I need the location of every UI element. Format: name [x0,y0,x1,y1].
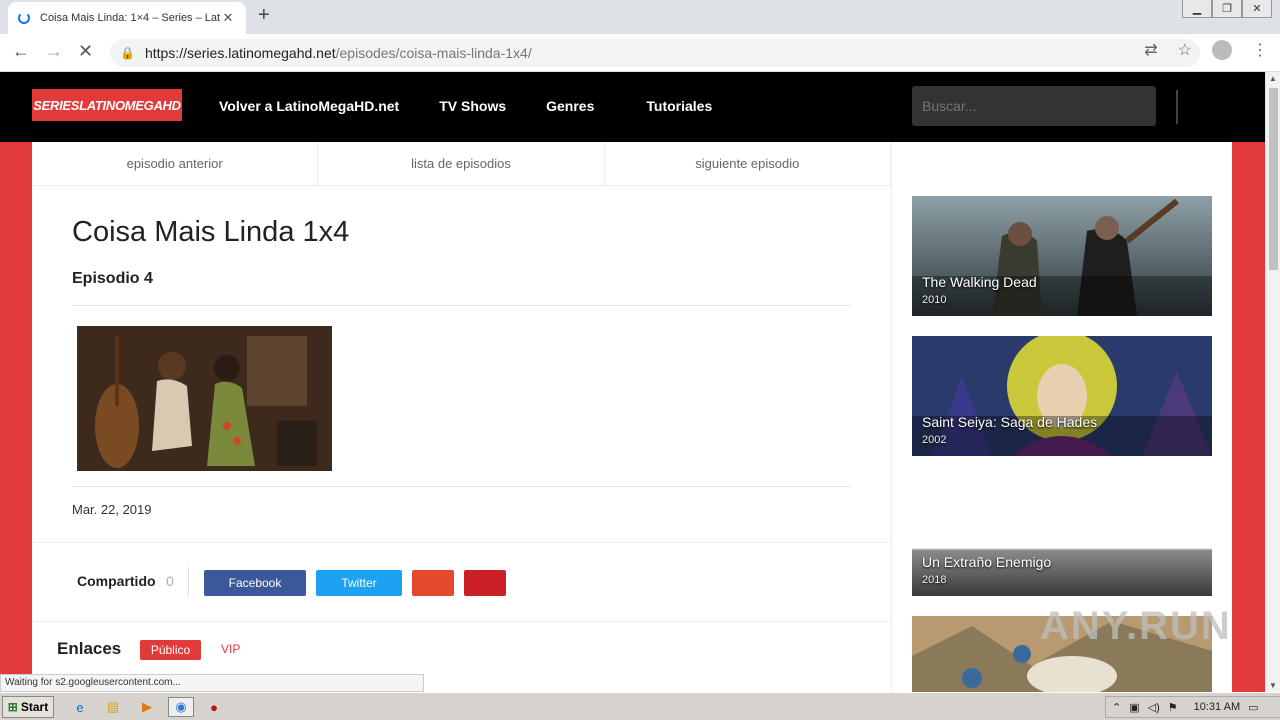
tab-title: Coisa Mais Linda: 1×4 – Series – Lat [40,12,220,24]
share-bar: Compartido 0 Facebook Twitter [32,542,892,622]
share-count: 0 [166,573,174,589]
tab-close-icon[interactable]: ✕ [220,10,236,26]
browser-tab[interactable]: Coisa Mais Linda: 1×4 – Series – Lat ✕ [8,2,246,34]
folder-icon[interactable]: ▤ [103,697,123,717]
status-bubble: Waiting for s2.googleusercontent.com... [0,674,424,692]
profile-avatar-icon[interactable] [1212,40,1232,60]
share-label: Compartido [77,573,156,589]
episode-thumbnail [77,326,332,471]
card-title: Un Extraño Enemigo [922,554,1052,570]
main-menu: Volver a LatinoMegaHD.net TV Shows Genre… [219,98,752,114]
windows-logo-icon: ⊞ [7,700,18,714]
sidebar-card-extrano-enemigo[interactable]: Un Extraño Enemigo 2018 [912,476,1212,596]
twitter-share-button[interactable]: Twitter [316,570,402,596]
sidebar-card-walking-dead[interactable]: The Walking Dead 2010 [912,196,1212,316]
facebook-share-button[interactable]: Facebook [204,570,306,596]
scroll-down-icon[interactable]: ▼ [1269,681,1277,690]
public-links-tab[interactable]: Público [140,640,201,660]
lock-icon[interactable]: 🔒 [120,46,135,60]
menu-item-volver[interactable]: Volver a LatinoMegaHD.net [219,98,399,114]
ie-icon[interactable]: e [70,697,90,717]
vip-links-tab[interactable]: VIP [221,642,240,656]
close-window-icon[interactable]: ✕ [1242,0,1272,18]
episode-title: Coisa Mais Linda 1x4 [72,216,350,248]
restore-icon[interactable]: ❐ [1212,0,1242,18]
episode-list-link[interactable]: lista de episodios [318,142,605,185]
volume-icon[interactable]: ◁) [1148,701,1160,714]
google-share-button[interactable] [412,570,454,596]
menu-item-tv-shows[interactable]: TV Shows [439,98,506,114]
anyrun-watermark: ANY.RUN [1040,604,1232,648]
menu-item-tutoriales[interactable]: Tutoriales [646,98,712,114]
website-viewport: SERIESLATINOMEGAHD Volver a LatinoMegaHD… [0,72,1265,692]
system-tray: ⌃ ▣ ◁) ⚑ 10:31 AM ▭ [1105,696,1280,718]
show-desktop-icon[interactable]: ▭ [1248,701,1258,714]
card-year: 2018 [922,574,947,586]
site-logo[interactable]: SERIESLATINOMEGAHD [32,89,182,121]
show-poster [912,336,1212,456]
card-title: The Walking Dead [922,274,1037,290]
minimize-icon[interactable]: ▁ [1182,0,1212,18]
header-divider [1176,90,1178,124]
clock[interactable]: 10:31 AM [1194,701,1240,713]
episode-content: episodio anterior lista de episodios sig… [32,142,892,692]
browser-tab-bar: Coisa Mais Linda: 1×4 – Series – Lat ✕ +… [0,0,1280,34]
page-scrollbar[interactable]: ▲ ▼ [1265,72,1280,692]
site-header: SERIESLATINOMEGAHD Volver a LatinoMegaHD… [0,72,1265,142]
next-episode-link[interactable]: siguiente episodio [605,142,891,185]
card-year: 2010 [922,294,947,306]
start-label: Start [20,700,49,714]
scroll-up-icon[interactable]: ▲ [1269,74,1277,83]
links-heading: Enlaces [57,639,122,658]
scrollbar-thumb[interactable] [1269,88,1278,270]
divider [72,305,850,306]
url-path: /episodes/coisa-mais-linda-1x4/ [335,45,532,61]
divider [188,567,189,595]
bookmark-star-icon[interactable]: ☆ [1178,40,1192,60]
new-tab-button[interactable]: + [258,4,270,27]
episode-date: Mar. 22, 2019 [72,502,152,517]
prev-episode-link[interactable]: episodio anterior [32,142,319,185]
window-controls: ▁ ❐ ✕ [1182,0,1272,18]
card-title: Saint Seiya: Saga de Hades [922,414,1098,430]
menu-item-genres[interactable]: Genres [546,98,594,114]
toolbar-actions: ⇄ ☆ ⋮ [1144,40,1268,60]
loading-spinner-icon [18,12,30,24]
translate-icon[interactable]: ⇄ [1144,40,1157,60]
episode-navigation: episodio anterior lista de episodios sig… [32,142,891,186]
network-icon[interactable]: ▣ [1129,701,1139,714]
forward-icon[interactable]: → [45,41,63,62]
address-bar[interactable]: 🔒 https://series.latinomegahd.net /episo… [110,39,1200,67]
opera-icon[interactable]: ● [204,697,224,717]
show-poster [912,476,1212,596]
menu-dots-icon[interactable]: ⋮ [1252,40,1268,60]
browser-toolbar: ← → ✕ 🔒 https://series.latinomegahd.net … [0,34,1280,72]
url-host: https://series.latinomegahd.net [144,45,336,61]
card-year: 2002 [922,434,947,446]
stop-loading-icon[interactable]: ✕ [78,41,93,62]
start-button[interactable]: ⊞ Start [2,696,54,718]
flag-icon[interactable]: ⚑ [1168,701,1178,714]
sidebar-card-saint-seiya[interactable]: Saint Seiya: Saga de Hades 2002 [912,336,1212,456]
chrome-icon[interactable]: ◉ [168,697,194,717]
show-poster [912,196,1212,316]
media-player-icon[interactable]: ▶ [137,697,157,717]
back-icon[interactable]: ← [12,41,30,62]
windows-taskbar: ⊞ Start e ▤ ▶ ◉ ● ⌃ ▣ ◁) ⚑ 10:31 AM ▭ [0,692,1280,720]
divider [72,486,850,487]
episode-subtitle: Episodio 4 [72,270,153,287]
search-input[interactable] [912,86,1156,126]
tray-expand-icon[interactable]: ⌃ [1112,701,1121,714]
pinterest-share-button[interactable] [464,570,506,596]
